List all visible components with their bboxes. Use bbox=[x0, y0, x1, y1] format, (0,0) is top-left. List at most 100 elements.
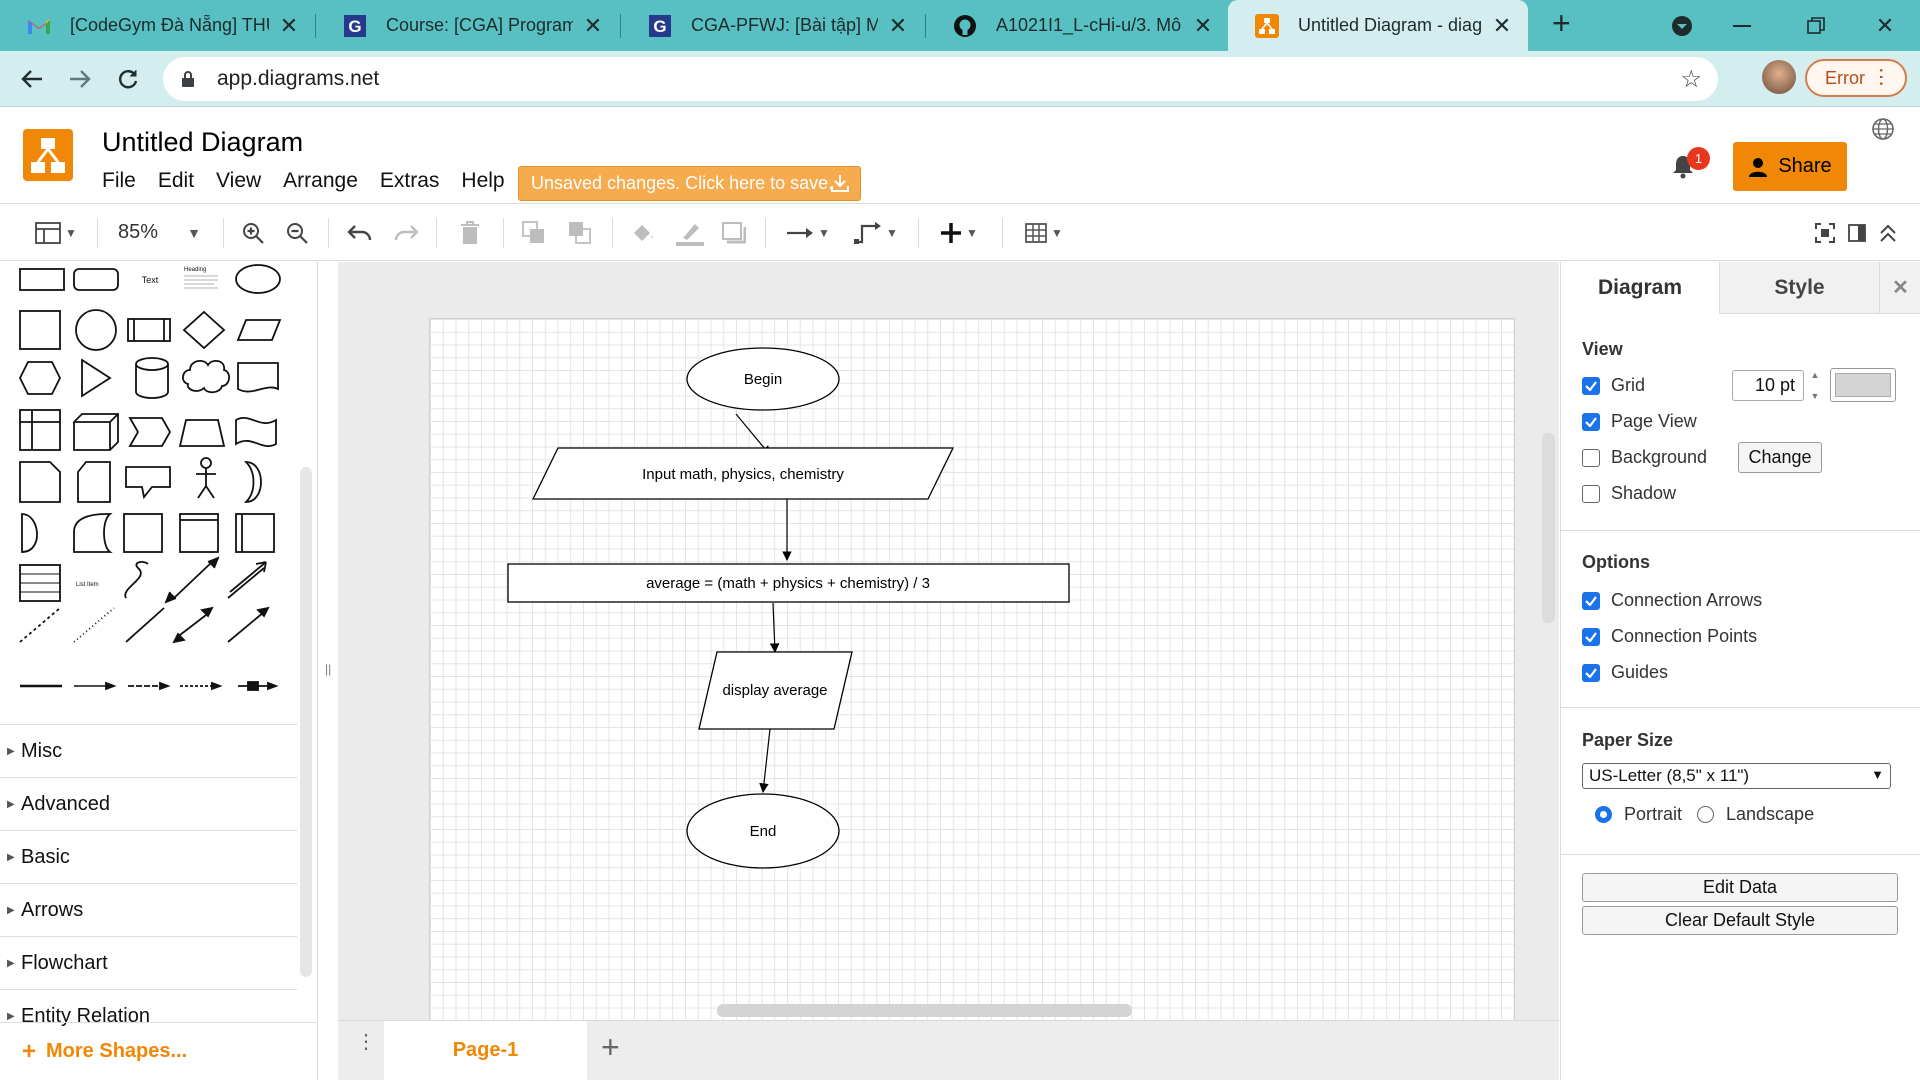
language-globe-icon[interactable] bbox=[1871, 117, 1895, 141]
edit-data-button[interactable]: Edit Data bbox=[1582, 873, 1898, 902]
section-misc[interactable]: ▶ Misc bbox=[0, 724, 297, 777]
to-front-icon[interactable] bbox=[520, 218, 548, 248]
close-panel-tab[interactable]: ✕ bbox=[1879, 262, 1920, 314]
url-bar[interactable]: app.diagrams.net ☆ bbox=[163, 57, 1718, 101]
fill-color-icon[interactable] bbox=[629, 218, 657, 248]
redo-icon[interactable] bbox=[391, 218, 421, 248]
table-icon[interactable]: ▼ bbox=[1019, 218, 1069, 248]
tab-search-icon[interactable] bbox=[1652, 0, 1712, 51]
end-node[interactable]: End bbox=[686, 793, 840, 869]
pages-menu-icon[interactable]: ⋮ bbox=[356, 1032, 376, 1052]
zoom-in-icon[interactable] bbox=[238, 218, 268, 248]
waypoints-icon[interactable]: ▼ bbox=[850, 218, 902, 248]
browser-tab-exercise[interactable]: G CGA-PFWJ: [Bài tập] Mô tả ✕ bbox=[621, 0, 924, 51]
shapes-scrollbar[interactable] bbox=[300, 467, 312, 977]
portrait-radio[interactable] bbox=[1595, 806, 1612, 823]
tab-diagram[interactable]: Diagram bbox=[1561, 262, 1719, 314]
connection-points-checkbox[interactable] bbox=[1582, 627, 1600, 646]
process-node[interactable]: average = (math + physics + chemistry) /… bbox=[507, 563, 1070, 603]
connector-output-end[interactable] bbox=[759, 728, 771, 793]
page-tab-active[interactable]: Page-1 bbox=[384, 1021, 587, 1080]
paper-size-select[interactable]: US-Letter (8,5" x 11") ▼ bbox=[1582, 763, 1891, 789]
guides-checkbox[interactable] bbox=[1582, 663, 1600, 682]
menu-file[interactable]: File bbox=[102, 169, 136, 193]
guides-option[interactable]: Guides bbox=[1582, 662, 1668, 683]
shadow-option[interactable]: Shadow bbox=[1582, 483, 1676, 504]
background-option[interactable]: Background bbox=[1582, 447, 1707, 468]
error-button[interactable]: Error ⋯ bbox=[1805, 59, 1907, 97]
menu-extras[interactable]: Extras bbox=[380, 169, 440, 193]
shadow-icon[interactable] bbox=[720, 218, 748, 248]
format-panel-toggle[interactable]: ▼ bbox=[30, 218, 82, 248]
to-back-icon[interactable] bbox=[566, 218, 594, 248]
new-tab-button[interactable]: + bbox=[1552, 5, 1571, 42]
portrait-option[interactable]: Portrait bbox=[1595, 804, 1682, 825]
change-background-button[interactable]: Change bbox=[1738, 442, 1822, 473]
connection-arrows-option[interactable]: Connection Arrows bbox=[1582, 590, 1762, 611]
restore-icon[interactable] bbox=[1786, 0, 1846, 51]
zoom-dropdown-icon[interactable]: ▼ bbox=[180, 218, 204, 248]
browser-tab-gmail[interactable]: [CodeGym Đà Nẵng] THU ✕ bbox=[0, 0, 315, 51]
shadow-checkbox[interactable] bbox=[1582, 484, 1600, 503]
document-title[interactable]: Untitled Diagram bbox=[102, 127, 303, 158]
collapse-chevron-icon[interactable] bbox=[1876, 218, 1900, 248]
delete-icon[interactable] bbox=[456, 218, 484, 248]
bookmark-star-icon[interactable]: ☆ bbox=[1680, 65, 1702, 94]
close-tab-icon[interactable]: ✕ bbox=[581, 13, 605, 39]
close-tab-icon[interactable]: ✕ bbox=[886, 13, 910, 39]
connection-style-icon[interactable]: ▼ bbox=[782, 218, 834, 248]
zoom-level[interactable]: 85% bbox=[118, 221, 158, 244]
line-color-icon[interactable] bbox=[674, 218, 706, 248]
page-view-option[interactable]: Page View bbox=[1582, 411, 1697, 432]
connection-arrows-checkbox[interactable] bbox=[1582, 591, 1600, 610]
grid-size-stepper[interactable]: ▲ ▼ bbox=[1807, 370, 1823, 401]
page-view-checkbox[interactable] bbox=[1582, 412, 1600, 431]
connector-process-output[interactable] bbox=[769, 602, 780, 653]
clear-default-style-button[interactable]: Clear Default Style bbox=[1582, 906, 1898, 935]
forward-icon[interactable] bbox=[60, 61, 100, 97]
canvas-horizontal-scrollbar[interactable] bbox=[717, 1004, 1132, 1017]
output-node[interactable]: display average bbox=[698, 651, 853, 730]
close-window-icon[interactable]: ✕ bbox=[1855, 0, 1915, 51]
menu-arrange[interactable]: Arrange bbox=[283, 169, 358, 193]
tab-style[interactable]: Style bbox=[1719, 262, 1879, 314]
section-flowchart[interactable]: ▶ Flowchart bbox=[0, 936, 297, 989]
share-button[interactable]: Share bbox=[1733, 142, 1847, 191]
section-arrows[interactable]: ▶ Arrows bbox=[0, 883, 297, 936]
landscape-option[interactable]: Landscape bbox=[1697, 804, 1814, 825]
minimize-icon[interactable] bbox=[1712, 0, 1772, 51]
diagram-canvas[interactable]: Begin Input math, physics, chemistry ave… bbox=[338, 262, 1559, 1020]
input-node[interactable]: Input math, physics, chemistry bbox=[531, 447, 955, 500]
background-checkbox[interactable] bbox=[1582, 448, 1600, 467]
browser-tab-course[interactable]: G Course: [CGA] Programmin ✕ bbox=[316, 0, 619, 51]
close-tab-icon[interactable]: ✕ bbox=[1191, 13, 1215, 39]
browser-tab-drawio[interactable]: Untitled Diagram - diagra ✕ bbox=[1228, 0, 1528, 51]
section-advanced[interactable]: ▶ Advanced bbox=[0, 777, 297, 830]
profile-avatar[interactable] bbox=[1762, 60, 1796, 94]
close-tab-icon[interactable]: ✕ bbox=[1490, 13, 1514, 39]
general-shapes-palette[interactable]: Text Heading List Item bbox=[14, 262, 304, 702]
section-basic[interactable]: ▶ Basic bbox=[0, 830, 297, 883]
grid-option[interactable]: Grid bbox=[1582, 375, 1645, 396]
back-icon[interactable] bbox=[12, 61, 52, 97]
fullscreen-icon[interactable] bbox=[1812, 218, 1838, 248]
add-page-icon[interactable]: + bbox=[601, 1029, 620, 1066]
panel-splitter-handle[interactable]: || bbox=[325, 662, 331, 676]
insert-plus-icon[interactable]: ▼ bbox=[934, 218, 984, 248]
menu-view[interactable]: View bbox=[216, 169, 261, 193]
landscape-radio[interactable] bbox=[1697, 806, 1714, 823]
browser-tab-github[interactable]: A1021I1_L-cHi-u/3. Mô tả ✕ bbox=[926, 0, 1229, 51]
grid-checkbox[interactable] bbox=[1582, 376, 1600, 395]
close-tab-icon[interactable]: ✕ bbox=[277, 13, 301, 39]
menu-help[interactable]: Help bbox=[461, 169, 504, 193]
grid-color-swatch[interactable] bbox=[1830, 368, 1896, 402]
format-panel-icon[interactable] bbox=[1845, 218, 1869, 248]
more-shapes-button[interactable]: + More Shapes... bbox=[0, 1022, 318, 1080]
canvas-vertical-scrollbar[interactable] bbox=[1542, 433, 1555, 623]
undo-icon[interactable] bbox=[345, 218, 375, 248]
menu-edit[interactable]: Edit bbox=[158, 169, 194, 193]
grid-size-input[interactable]: 10 pt bbox=[1732, 370, 1804, 401]
zoom-out-icon[interactable] bbox=[282, 218, 312, 248]
begin-node[interactable]: Begin bbox=[686, 347, 840, 411]
reload-icon[interactable] bbox=[108, 61, 148, 97]
